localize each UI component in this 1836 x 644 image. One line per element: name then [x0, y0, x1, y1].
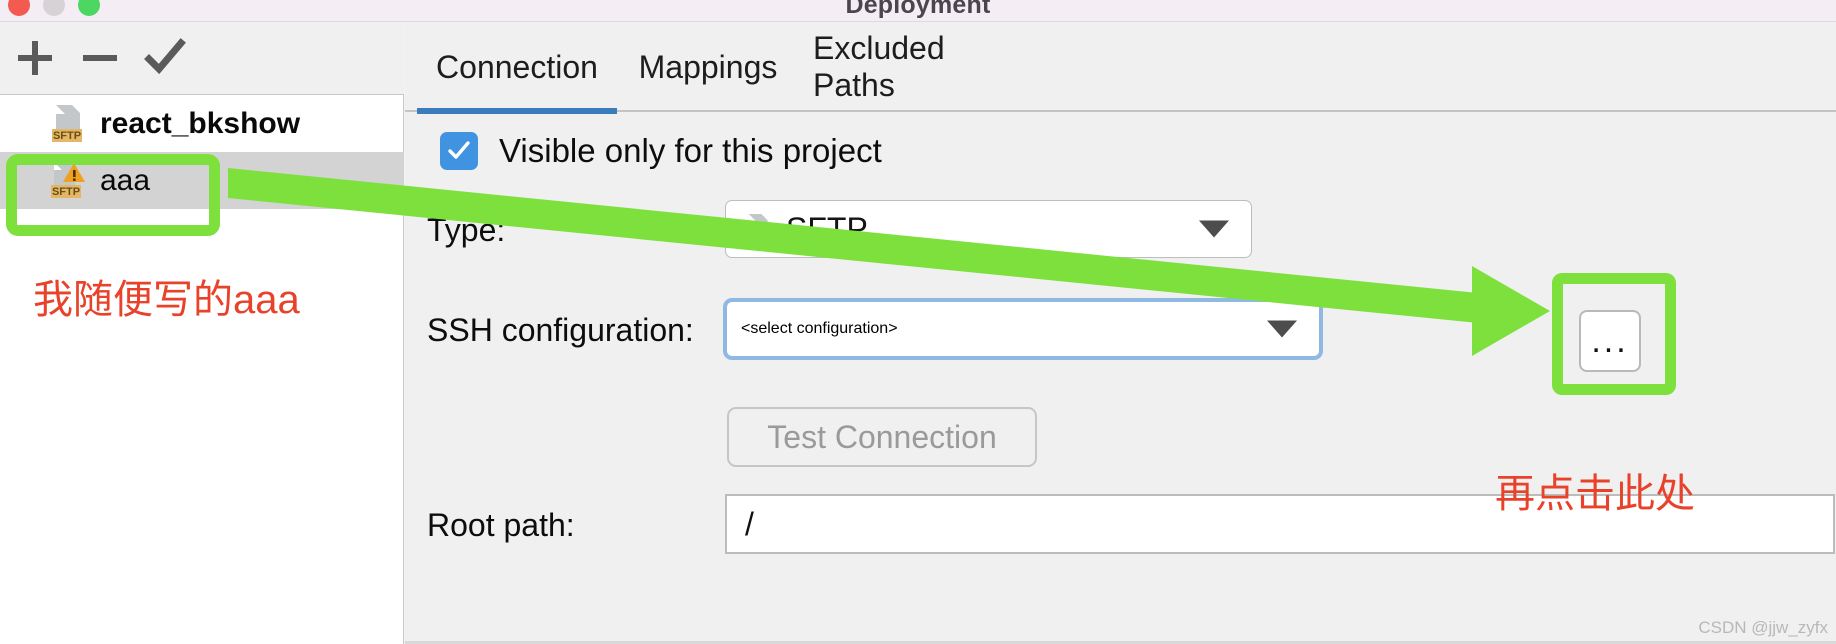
ssh-configuration-label: SSH configuration:: [427, 312, 694, 348]
add-server-button[interactable]: [10, 33, 60, 83]
visible-only-checkbox[interactable]: [440, 132, 478, 170]
remove-server-button[interactable]: [75, 33, 125, 83]
server-name: react_bkshow: [100, 106, 301, 140]
set-default-server-button[interactable]: [140, 33, 190, 83]
root-path-label: Root path:: [427, 507, 575, 543]
minus-icon: [83, 55, 117, 61]
list-item[interactable]: SFTP react_bkshow: [0, 95, 404, 152]
tab-mappings[interactable]: Mappings: [633, 22, 783, 112]
sftp-file-icon: SFTP: [50, 104, 88, 144]
highlight-box-aaa-server: [6, 154, 220, 236]
type-value: SFTP: [786, 210, 868, 247]
window-title-bar: Deployment: [0, 0, 1836, 22]
check-icon: [144, 38, 186, 75]
tab-connection[interactable]: Connection: [417, 22, 617, 114]
sidebar-toolbar: [0, 22, 404, 95]
annotation-left: 我随便写的aaa: [33, 278, 300, 322]
chevron-down-icon: [1267, 320, 1297, 338]
watermark: CSDN @jjw_zyfx: [1698, 618, 1828, 637]
svg-text:SFTP: SFTP: [746, 233, 768, 243]
settings-tabs: Connection Mappings Excluded Paths: [405, 22, 1836, 114]
type-combobox[interactable]: SFTP SFTP: [725, 200, 1252, 258]
test-connection-button[interactable]: Test Connection: [727, 407, 1037, 467]
highlight-box-browse-button: [1552, 273, 1676, 395]
svg-text:SFTP: SFTP: [53, 130, 81, 142]
ssh-configuration-combobox[interactable]: <select configuration>: [723, 298, 1323, 360]
annotation-right: 再点击此处: [1495, 472, 1695, 516]
check-icon: [448, 141, 470, 159]
type-label: Type:: [427, 212, 506, 248]
ssh-configuration-placeholder: <select configuration>: [741, 320, 898, 337]
visible-only-checkbox-row[interactable]: Visible only for this project: [440, 132, 882, 170]
sftp-file-icon: SFTP: [744, 212, 774, 246]
plus-icon: [18, 41, 52, 75]
tab-excluded-paths[interactable]: Excluded Paths: [803, 22, 1033, 112]
visible-only-checkbox-label: Visible only for this project: [499, 132, 882, 169]
servers-sidebar: SFTP react_bkshow SFTP aaa 我随便写的aaa: [0, 22, 404, 644]
chevron-down-icon: [1199, 220, 1229, 238]
window-title: Deployment: [845, 0, 991, 19]
